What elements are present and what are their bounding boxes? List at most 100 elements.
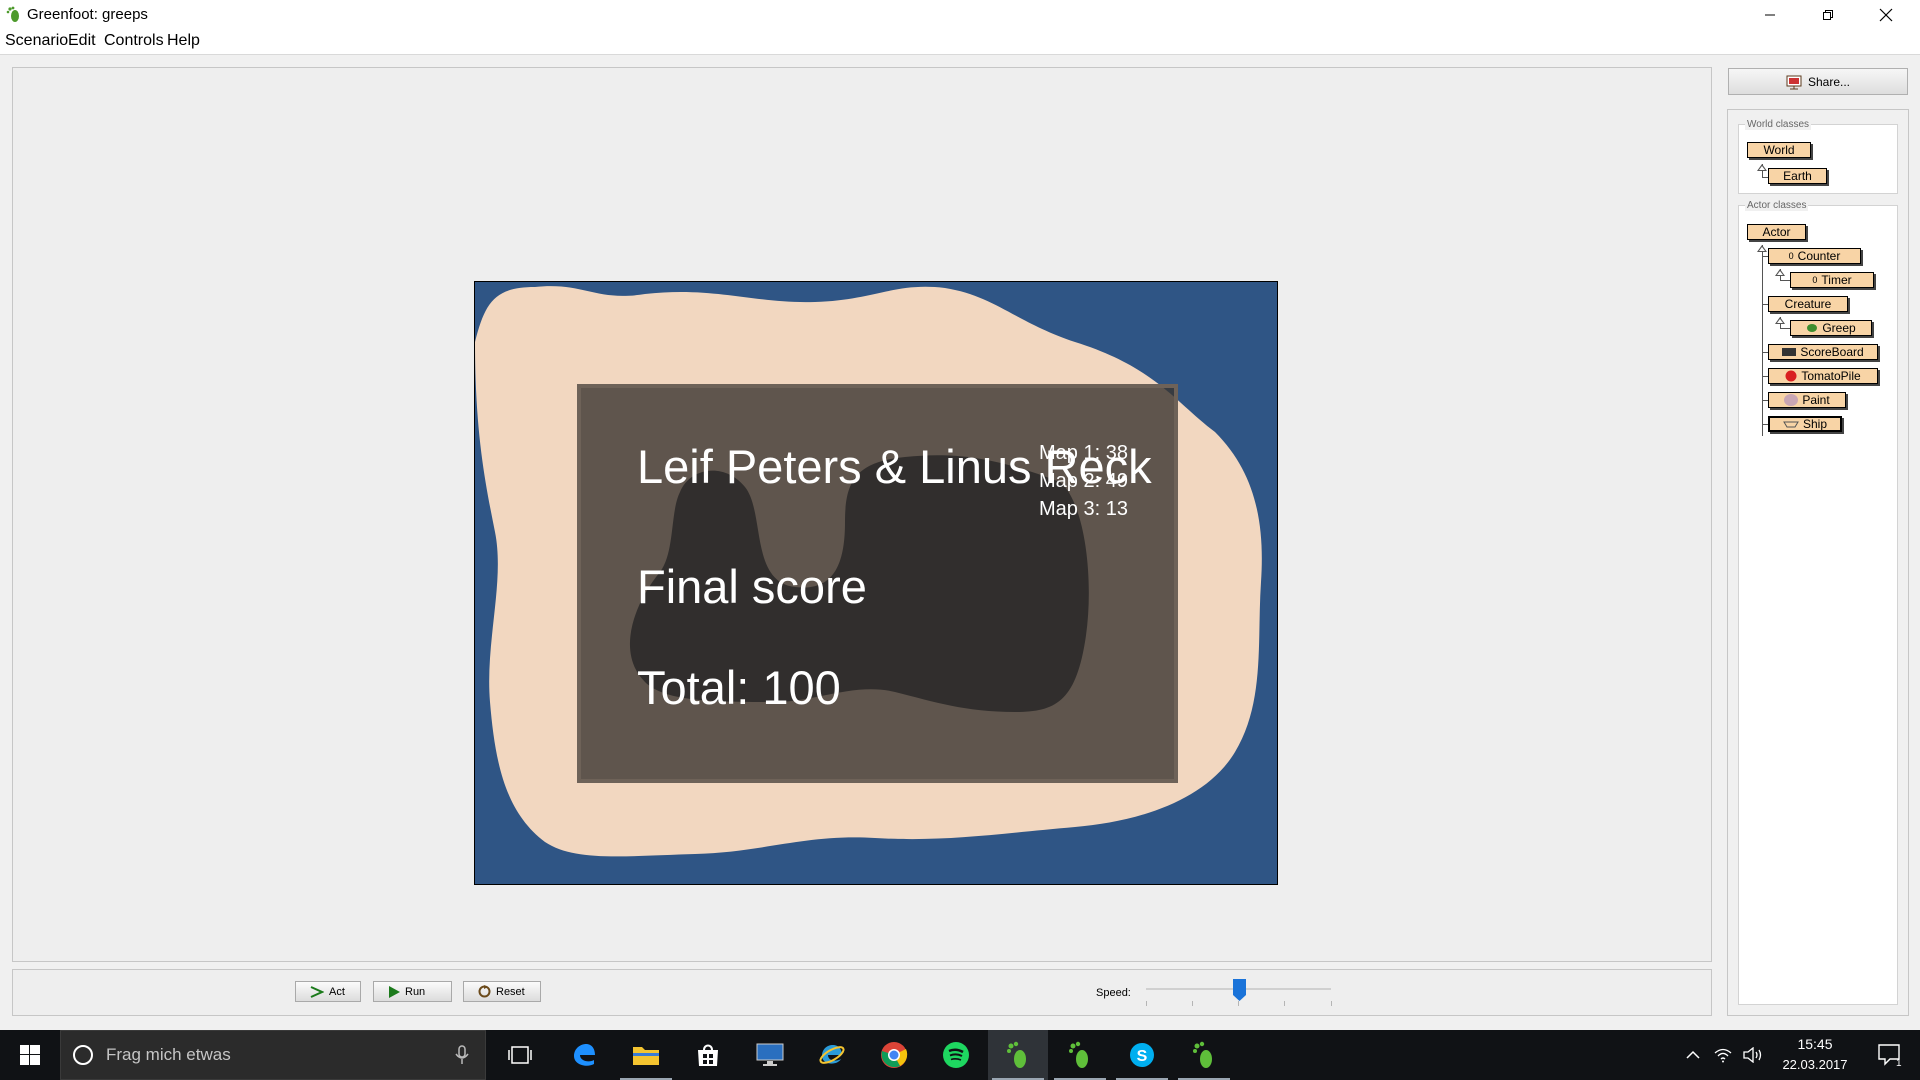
- final-score-heading: Final score: [637, 560, 867, 613]
- class-world-label: World: [1763, 143, 1795, 157]
- greenfoot-foot-icon: [6, 6, 19, 22]
- class-paint[interactable]: Paint: [1768, 392, 1846, 408]
- search-placeholder: Frag mich etwas: [106, 1045, 231, 1064]
- act-arrow-icon: [310, 985, 324, 998]
- taskbar-file-explorer[interactable]: [616, 1030, 676, 1080]
- run-button[interactable]: Run: [373, 981, 452, 1002]
- spotify-icon: [943, 1042, 969, 1068]
- taskbar-chrome[interactable]: [864, 1030, 924, 1080]
- class-counter-label: Counter: [1797, 249, 1841, 263]
- class-timer[interactable]: 0 Timer: [1790, 272, 1874, 288]
- class-counter[interactable]: 0 Counter: [1768, 248, 1861, 264]
- speaker-icon: [1743, 1047, 1762, 1063]
- reset-icon: [478, 985, 491, 998]
- world-classes-label: World classes: [1745, 119, 1812, 130]
- menu-controls[interactable]: Controls: [104, 32, 164, 50]
- inheritance-line: [1762, 245, 1763, 436]
- class-browser-panel: World classes World Earth Actor classes …: [1727, 109, 1909, 1016]
- class-greep[interactable]: Greep: [1790, 320, 1872, 336]
- action-center-button[interactable]: 1: [1860, 1030, 1920, 1080]
- speed-slider-thumb[interactable]: [1232, 979, 1246, 1001]
- reset-button[interactable]: Reset: [463, 981, 541, 1002]
- taskbar-greenfoot-2[interactable]: [1050, 1030, 1110, 1080]
- clock-date[interactable]: 22.03.2017: [1765, 1057, 1865, 1072]
- class-tomatopile-label: TomatoPile: [1801, 369, 1861, 383]
- tray-overflow-button[interactable]: [1678, 1030, 1708, 1080]
- class-creature-label: Creature: [1784, 297, 1832, 311]
- speed-label: Speed:: [1096, 987, 1131, 999]
- inheritance-arrow-icon: [1757, 245, 1767, 252]
- windows-logo-icon: [20, 1045, 40, 1065]
- taskbar-lenovo-app[interactable]: [740, 1030, 800, 1080]
- taskbar-internet-explorer[interactable]: [802, 1030, 862, 1080]
- timer-icon: 0: [1812, 275, 1818, 285]
- act-button[interactable]: Act: [295, 981, 361, 1002]
- monitor-icon: [756, 1043, 784, 1066]
- menu-edit[interactable]: Edit: [68, 32, 96, 50]
- tray-volume[interactable]: [1738, 1030, 1768, 1080]
- class-creature[interactable]: Creature: [1768, 296, 1848, 312]
- class-ship[interactable]: Ship: [1768, 416, 1842, 432]
- tray-network[interactable]: [1708, 1030, 1738, 1080]
- reset-label: Reset: [496, 985, 525, 998]
- task-view-button[interactable]: [490, 1030, 550, 1080]
- map-2-score: Map 2: 49: [1039, 470, 1128, 492]
- share-button[interactable]: Share...: [1728, 68, 1908, 95]
- taskbar-greenfoot-3[interactable]: [1174, 1030, 1234, 1080]
- share-icon: [1786, 75, 1802, 89]
- speed-tick: [1192, 1001, 1193, 1006]
- internet-explorer-icon: [819, 1045, 845, 1064]
- taskbar-edge[interactable]: [554, 1030, 614, 1080]
- title-bar: Greenfoot: greeps: [0, 0, 1920, 30]
- minimize-button[interactable]: [1741, 0, 1799, 30]
- class-earth[interactable]: Earth: [1768, 168, 1827, 184]
- cortana-icon: [73, 1045, 93, 1065]
- inheritance-arrow-icon: [1757, 164, 1767, 171]
- class-world[interactable]: World: [1747, 142, 1811, 158]
- speed-tick: [1284, 1001, 1285, 1006]
- taskbar-store[interactable]: [678, 1030, 738, 1080]
- paint-icon: [1784, 394, 1799, 406]
- share-label: Share...: [1807, 74, 1851, 89]
- menu-bar: Scenario Edit Controls Help: [0, 30, 1920, 55]
- counter-icon: 0: [1788, 251, 1794, 261]
- restore-icon: [1823, 10, 1833, 20]
- start-button[interactable]: [0, 1030, 60, 1080]
- taskbar-spotify[interactable]: [926, 1030, 986, 1080]
- menu-help[interactable]: Help: [167, 32, 200, 50]
- clock-time[interactable]: 15:45: [1775, 1036, 1855, 1052]
- class-ship-label: Ship: [1802, 417, 1828, 431]
- taskbar-greenfoot-1[interactable]: [988, 1030, 1048, 1080]
- class-actor[interactable]: Actor: [1747, 224, 1806, 240]
- inheritance-arrow-icon: [1775, 269, 1785, 276]
- scoreboard-overlay: Leif Peters & Linus Reck Final score Tot…: [577, 384, 1178, 783]
- cortana-search-box[interactable]: Frag mich etwas: [60, 1030, 486, 1080]
- restore-button[interactable]: [1799, 0, 1857, 30]
- total-score: Total: 100: [637, 661, 841, 714]
- taskbar: Frag mich etwas S 15:45 22.03.2017 1: [0, 1030, 1920, 1080]
- class-scoreboard[interactable]: ScoreBoard: [1768, 344, 1878, 360]
- chevron-up-icon: [1686, 1050, 1700, 1059]
- menu-scenario[interactable]: Scenario: [5, 32, 68, 50]
- microphone-icon[interactable]: [455, 1045, 469, 1065]
- greenfoot-foot-icon: [1069, 1041, 1088, 1068]
- taskbar-skype[interactable]: S: [1112, 1030, 1172, 1080]
- world-canvas[interactable]: Leif Peters & Linus Reck Final score Tot…: [474, 281, 1278, 885]
- greep-icon: [1807, 324, 1818, 332]
- window-title: Greenfoot: greeps: [27, 6, 148, 23]
- inheritance-arrow-icon: [1775, 317, 1785, 324]
- store-icon: [698, 1044, 718, 1066]
- controls-panel: Act Run Reset Speed:: [12, 969, 1712, 1016]
- world-panel: Leif Peters & Linus Reck Final score Tot…: [12, 67, 1712, 962]
- speed-tick: [1331, 1001, 1332, 1006]
- actor-classes-label: Actor classes: [1745, 200, 1809, 211]
- close-button[interactable]: [1857, 0, 1915, 30]
- class-scoreboard-label: ScoreBoard: [1800, 345, 1864, 359]
- ship-icon: [1783, 421, 1799, 428]
- scoreboard-icon: [1782, 348, 1797, 356]
- class-actor-label: Actor: [1762, 225, 1791, 239]
- edge-icon: [574, 1044, 595, 1066]
- notification-count: 1: [1896, 1058, 1902, 1069]
- task-view-icon: [508, 1046, 532, 1064]
- class-tomatopile[interactable]: TomatoPile: [1768, 368, 1878, 384]
